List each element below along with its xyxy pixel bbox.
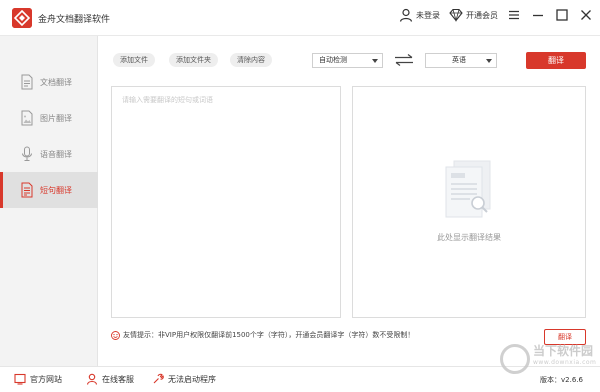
wrench-icon xyxy=(153,373,164,384)
close-button[interactable] xyxy=(579,8,593,22)
chevron-down-icon xyxy=(372,59,378,63)
vip-button[interactable]: 开通会员 xyxy=(449,8,498,22)
watermark-logo: 当下软件园 www.downxia.com xyxy=(500,326,596,382)
watermark-circle-icon xyxy=(500,344,530,374)
sidebar-item-label: 短句翻译 xyxy=(40,185,72,195)
document-icon xyxy=(21,74,33,90)
home-icon xyxy=(14,373,26,385)
text-icon xyxy=(21,182,33,198)
login-label: 未登录 xyxy=(416,10,440,20)
target-language-select[interactable]: 英语 xyxy=(425,53,497,68)
launch-issue-link[interactable]: 无法启动程序 xyxy=(152,373,216,385)
add-folder-button[interactable]: 添加文件夹 xyxy=(169,53,218,67)
headset-icon xyxy=(86,373,98,385)
sidebar-item-label: 语音翻译 xyxy=(40,149,72,159)
menu-button[interactable] xyxy=(507,8,521,22)
source-text-input[interactable] xyxy=(112,87,340,317)
minimize-button[interactable] xyxy=(531,8,545,22)
clear-content-button[interactable]: 清除内容 xyxy=(230,53,272,67)
smile-icon xyxy=(111,330,120,340)
user-icon xyxy=(399,8,413,22)
online-support-label: 在线客服 xyxy=(102,374,134,384)
result-panel: 此处显示翻译结果 xyxy=(352,86,586,318)
tip-text: 非VIP用户权限仅翻译前1500个字（字符），开通会员翻译字（字符）数不受限制！ xyxy=(158,331,415,339)
sidebar-item-voice-translate[interactable]: 语音翻译 xyxy=(0,136,98,172)
diamond-icon xyxy=(449,8,463,22)
watermark-main-text: 当下软件园 xyxy=(533,344,594,358)
tip-message: 友情提示： 非VIP用户权限仅翻译前1500个字（字符），开通会员翻译字（字符）… xyxy=(111,330,414,340)
sidebar-item-document-translate[interactable]: 文档翻译 xyxy=(0,64,98,100)
menu-icon xyxy=(509,10,519,20)
target-language-value: 英语 xyxy=(452,56,466,64)
source-text-panel xyxy=(111,86,341,318)
source-language-select[interactable]: 自动检测 xyxy=(312,53,383,68)
app-logo-icon xyxy=(12,8,32,28)
sidebar-item-label: 图片翻译 xyxy=(40,113,72,123)
sidebar-item-label: 文档翻译 xyxy=(40,77,72,87)
official-website-label: 官方网站 xyxy=(30,374,62,384)
minimize-icon xyxy=(533,14,543,17)
login-button[interactable]: 未登录 xyxy=(399,8,440,22)
swap-languages-button[interactable] xyxy=(393,53,415,67)
sidebar-item-sentence-translate[interactable]: 短句翻译 xyxy=(0,172,98,208)
empty-result-document-icon xyxy=(442,159,498,221)
maximize-button[interactable] xyxy=(555,8,569,22)
vip-label: 开通会员 xyxy=(466,10,498,20)
title-bar: 金舟文档翻译软件 未登录 开通会员 xyxy=(0,0,600,36)
tip-prefix: 友情提示： xyxy=(123,331,158,339)
translate-button[interactable]: 翻译 xyxy=(526,52,586,69)
watermark-sub-text: www.downxia.com xyxy=(533,359,597,366)
add-file-button[interactable]: 添加文件 xyxy=(113,53,155,67)
chevron-down-icon xyxy=(486,59,492,63)
app-title: 金舟文档翻译软件 xyxy=(38,15,111,25)
close-icon xyxy=(581,10,591,20)
online-support-link[interactable]: 在线客服 xyxy=(86,373,134,385)
microphone-icon xyxy=(22,146,32,161)
launch-issue-label: 无法启动程序 xyxy=(168,374,216,384)
maximize-icon xyxy=(556,9,568,21)
source-language-value: 自动检测 xyxy=(319,56,347,64)
sidebar: 文档翻译 图片翻译 语音翻译 短句翻译 xyxy=(0,36,98,366)
official-website-link[interactable]: 官方网站 xyxy=(14,373,62,385)
image-icon xyxy=(21,110,33,126)
swap-icon xyxy=(395,54,413,66)
sidebar-item-image-translate[interactable]: 图片翻译 xyxy=(0,100,98,136)
result-placeholder-text: 此处显示翻译结果 xyxy=(437,233,501,242)
